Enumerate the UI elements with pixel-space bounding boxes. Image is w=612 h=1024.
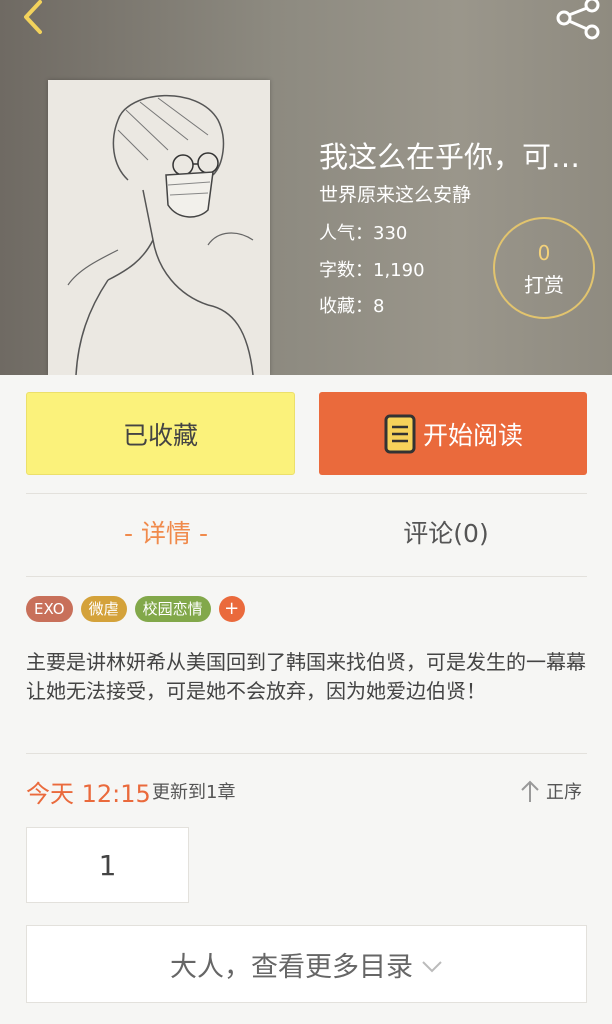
divider xyxy=(26,493,587,494)
sort-label: 正序 xyxy=(546,782,582,803)
word-count-stat: 字数：1,190 xyxy=(319,260,425,281)
share-button[interactable] xyxy=(554,0,604,40)
tag-list: EXO 微虐 校园恋情 + xyxy=(26,596,245,622)
divider xyxy=(26,753,587,754)
book-cover xyxy=(48,80,270,375)
sort-toggle[interactable]: 正序 xyxy=(520,778,582,804)
divider xyxy=(26,576,587,577)
more-catalog-label: 大人，查看更多目录 xyxy=(170,951,413,983)
popularity-stat: 人气：330 xyxy=(319,223,408,244)
cover-sketch xyxy=(48,80,270,375)
tag-campus-romance[interactable]: 校园恋情 xyxy=(134,596,211,622)
book-author: 世界原来这么安静 xyxy=(319,184,472,206)
favorites-stat: 收藏：8 xyxy=(319,296,385,317)
tab-comments[interactable]: 评论(0) xyxy=(306,514,586,550)
share-icon xyxy=(556,0,600,40)
tag-weinue[interactable]: 微虐 xyxy=(80,596,127,622)
sort-up-icon xyxy=(521,780,539,802)
update-status: 更新到1章 xyxy=(152,782,236,803)
book-header: 我这么在乎你，可… 世界原来这么安静 人气：330 字数：1,190 收藏：8 … xyxy=(0,0,612,375)
tab-detail[interactable]: - 详情 - xyxy=(26,514,306,550)
more-catalog-button[interactable]: 大人，查看更多目录 xyxy=(26,925,587,1003)
start-reading-label: 开始阅读 xyxy=(422,420,523,450)
reward-count: 0 xyxy=(537,241,551,265)
add-tag-button[interactable]: + xyxy=(218,596,245,622)
book-summary: 主要是讲林妍希从美国回到了韩国来找伯贤，可是发生的一幕幕让她无法接受，可是她不会… xyxy=(26,650,586,703)
book-title: 我这么在乎你，可… xyxy=(319,140,581,174)
back-arrow-icon xyxy=(24,0,42,34)
favorited-label: 已收藏 xyxy=(122,420,198,450)
chapter-number: 1 xyxy=(98,848,117,882)
start-reading-button[interactable]: 开始阅读 xyxy=(319,392,587,475)
book-icon xyxy=(384,414,416,453)
chevron-down-icon xyxy=(422,961,442,973)
tag-exo[interactable]: EXO xyxy=(26,596,73,622)
reward-button[interactable]: 0 打赏 xyxy=(493,217,595,319)
update-time: 今天 12:15 xyxy=(26,780,151,808)
reward-label: 打赏 xyxy=(524,273,564,297)
back-button[interactable] xyxy=(14,0,54,40)
favorited-button[interactable]: 已收藏 xyxy=(26,392,295,475)
chapter-item[interactable]: 1 xyxy=(26,827,189,903)
